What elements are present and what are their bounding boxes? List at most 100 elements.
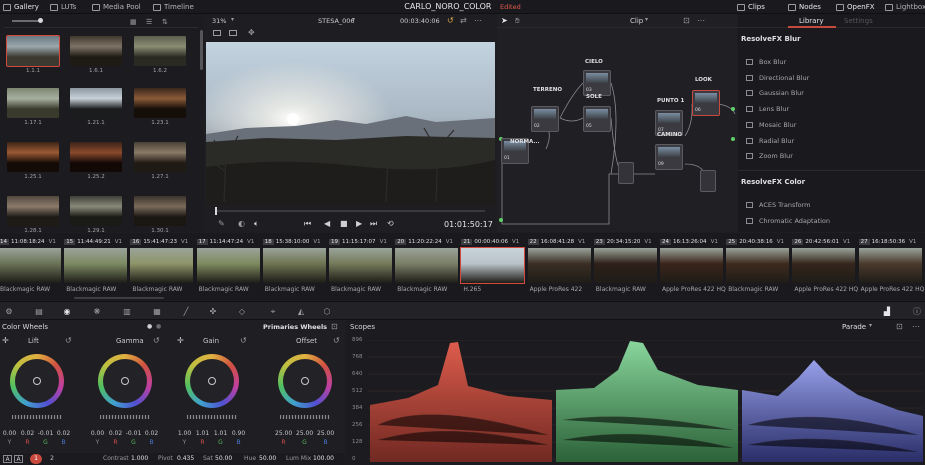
- openfx-item[interactable]: Zoom Blur: [746, 152, 793, 160]
- wheel-handle[interactable]: [301, 377, 309, 385]
- sort-icon[interactable]: ⇅: [162, 18, 168, 26]
- swap-icon[interactable]: ⇄: [460, 16, 467, 25]
- reset-icon[interactable]: ↺: [65, 336, 72, 345]
- contrast-value[interactable]: 1.000: [131, 455, 148, 462]
- clip-thumbnail[interactable]: [460, 247, 526, 284]
- color-node[interactable]: 02: [531, 106, 559, 132]
- play-reverse-icon[interactable]: ◀: [324, 219, 330, 228]
- gallery-still[interactable]: [7, 88, 59, 118]
- picker-icon[interactable]: ✛: [177, 336, 184, 345]
- volume-icon[interactable]: 🔈︎: [254, 219, 259, 229]
- loop-playback-icon[interactable]: ⟲: [387, 219, 394, 228]
- gallery-still[interactable]: [134, 196, 186, 226]
- wheel-value[interactable]: 1.00: [176, 430, 193, 437]
- gallery-still[interactable]: [134, 88, 186, 118]
- openfx-item[interactable]: Directional Blur: [746, 74, 809, 82]
- motion-effects-icon[interactable]: ▦: [152, 307, 162, 316]
- wheel-value[interactable]: 0.02: [19, 430, 36, 437]
- clip-thumbnail[interactable]: [593, 248, 657, 283]
- gallery-still[interactable]: [70, 88, 122, 118]
- picker-icon[interactable]: ✛: [2, 336, 9, 345]
- clip-thumbnail[interactable]: [64, 248, 128, 283]
- wheel-handle[interactable]: [208, 377, 216, 385]
- nodes-tab[interactable]: Nodes: [788, 2, 821, 12]
- lightbox-tab[interactable]: Lightbox: [885, 2, 925, 12]
- color-wheel[interactable]: [10, 354, 64, 408]
- skip-end-icon[interactable]: ⏭︎: [370, 219, 377, 229]
- color-wheel[interactable]: [278, 354, 332, 408]
- gallery-scrollbar[interactable]: [200, 30, 203, 70]
- clip-thumbnail[interactable]: [262, 248, 326, 283]
- viewer-options-icon[interactable]: ⋯: [474, 16, 482, 25]
- parallel-mixer-node[interactable]: [618, 162, 634, 184]
- gallery-still[interactable]: [70, 36, 122, 66]
- clips-tab[interactable]: Clips: [737, 2, 765, 12]
- wheel-value[interactable]: 0.02: [143, 430, 160, 437]
- master-wheel[interactable]: [12, 415, 62, 419]
- scopes-options-icon[interactable]: ⊡: [896, 322, 903, 331]
- gallery-slider-handle[interactable]: [38, 18, 43, 23]
- color-wheel[interactable]: [98, 354, 152, 408]
- openfx-item[interactable]: Chromatic Adaptation: [746, 217, 830, 225]
- openfx-tab[interactable]: OpenFX: [836, 2, 875, 12]
- openfx-item[interactable]: Box Blur: [746, 58, 786, 66]
- clip-thumbnail[interactable]: [726, 248, 790, 283]
- gallery-still[interactable]: [6, 35, 60, 67]
- master-wheel[interactable]: [187, 415, 237, 419]
- wheel-handle[interactable]: [33, 377, 41, 385]
- gallery-still[interactable]: [134, 142, 186, 172]
- clips-scrollbar[interactable]: [74, 297, 164, 299]
- openfx-item[interactable]: ACES Transform: [746, 201, 811, 209]
- color-node[interactable]: 05: [583, 106, 611, 132]
- gallery-still[interactable]: [7, 142, 59, 172]
- scopes-icon[interactable]: ▟: [882, 307, 892, 316]
- color-match-icon[interactable]: ▤: [34, 307, 44, 316]
- wheel-value[interactable]: 25.00: [317, 430, 334, 437]
- color-node[interactable]: 03: [583, 70, 611, 96]
- tab-settings[interactable]: Settings: [844, 17, 873, 25]
- qualifier-icon[interactable]: ✜: [208, 307, 218, 316]
- play-icon[interactable]: ▶: [356, 219, 362, 228]
- chevron-down-icon[interactable]: ▾: [231, 16, 234, 23]
- stop-icon[interactable]: ■: [340, 219, 348, 228]
- split-view-icon[interactable]: [229, 30, 237, 36]
- scopes-more-icon[interactable]: ⋯: [912, 322, 920, 331]
- hue-value[interactable]: 50.00: [259, 455, 276, 462]
- reset-icon[interactable]: ↺: [333, 336, 340, 345]
- color-node[interactable]: 06: [692, 90, 720, 116]
- list-view-icon[interactable]: ☰: [146, 18, 152, 26]
- wheel-value[interactable]: -0.01: [125, 430, 142, 437]
- reset-icon[interactable]: ↺: [153, 336, 160, 345]
- layer-mixer-node[interactable]: [700, 170, 716, 192]
- wheels-options-icon[interactable]: ⊡: [331, 322, 338, 331]
- rgb-mixer-icon[interactable]: ▥: [122, 307, 132, 316]
- gallery-still[interactable]: [70, 196, 122, 226]
- hand-icon[interactable]: ◐: [238, 219, 245, 228]
- node-editor[interactable]: ➤ ✋︎ Clip ▾ ⊡ ⋯ 03 CIELO 02 TERRENO 05 SOLE 01…: [497, 14, 737, 232]
- wheel-value[interactable]: 25.00: [275, 430, 292, 437]
- page-dot[interactable]: ●: [156, 323, 161, 330]
- master-wheel[interactable]: [100, 415, 150, 419]
- window-icon[interactable]: ◇: [237, 307, 247, 316]
- clip-dropdown-icon[interactable]: ▾: [352, 16, 355, 23]
- reset-icon[interactable]: ↺: [240, 336, 247, 345]
- gallery-still[interactable]: [70, 142, 122, 172]
- clip-thumbnail[interactable]: [130, 248, 194, 283]
- wheel-value[interactable]: 1.01: [194, 430, 211, 437]
- curves-icon[interactable]: ╱: [181, 307, 191, 316]
- gallery-slider[interactable]: [12, 20, 38, 22]
- zoom-level[interactable]: 31%: [212, 17, 226, 25]
- clip-thumbnail[interactable]: [0, 248, 61, 283]
- page-dot-active[interactable]: ●: [147, 323, 152, 330]
- color-wheels-icon[interactable]: ◉: [62, 307, 72, 316]
- grid-view-icon[interactable]: ▦: [130, 18, 137, 26]
- master-wheel[interactable]: [280, 415, 330, 419]
- camera-raw-icon[interactable]: ⚙: [4, 307, 14, 316]
- single-view-icon[interactable]: [213, 30, 221, 36]
- openfx-item[interactable]: Gaussian Blur: [746, 89, 804, 97]
- clip-thumbnail[interactable]: [858, 248, 922, 283]
- gallery-still[interactable]: [7, 196, 59, 226]
- color-node[interactable]: 09: [655, 144, 683, 170]
- auto-balance-icon[interactable]: A: [14, 455, 23, 463]
- openfx-item[interactable]: Mosaic Blur: [746, 121, 796, 129]
